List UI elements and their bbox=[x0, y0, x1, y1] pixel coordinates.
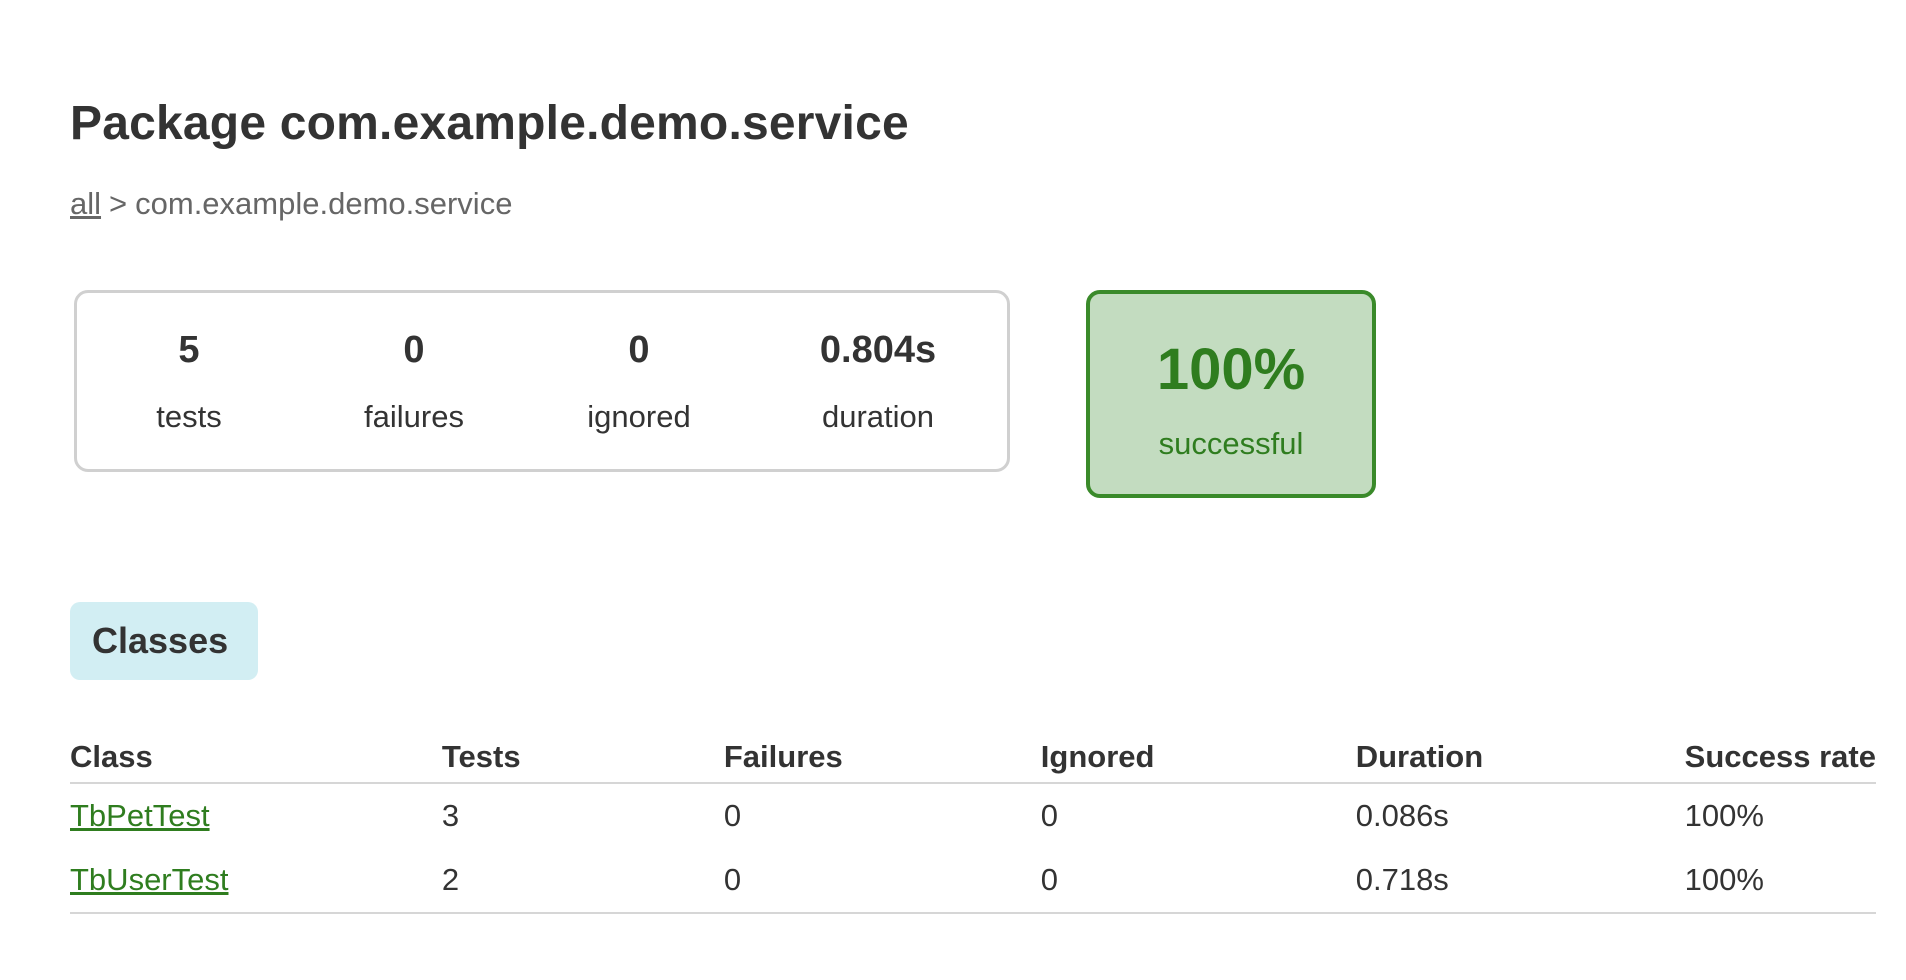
success-rate-value: 100% bbox=[1156, 337, 1306, 402]
column-header-duration: Duration bbox=[1355, 732, 1685, 784]
failures-cell: 0 bbox=[723, 848, 1041, 914]
breadcrumb-current: com.example.demo.service bbox=[135, 186, 513, 221]
tab-classes[interactable]: Classes bbox=[70, 602, 258, 680]
column-header-class: Class bbox=[70, 732, 442, 784]
success-rate-label: successful bbox=[1158, 426, 1304, 461]
summary-box: 5 tests 0 failures 0 ignored 0.804s dura… bbox=[74, 290, 1010, 472]
tests-label: tests bbox=[156, 399, 222, 434]
duration-cell: 0.718s bbox=[1355, 848, 1685, 914]
ignored-label: ignored bbox=[587, 399, 691, 434]
column-header-failures: Failures bbox=[723, 732, 1041, 784]
tests-count: 5 bbox=[178, 329, 200, 371]
failures-label: failures bbox=[364, 399, 464, 434]
ignored-cell: 0 bbox=[1040, 798, 1059, 833]
failures-count: 0 bbox=[403, 329, 425, 371]
breadcrumb-all-link[interactable]: all bbox=[70, 186, 101, 221]
success-rate-cell: 100% bbox=[1684, 798, 1764, 833]
ignored-count: 0 bbox=[628, 329, 650, 371]
failures-cell: 0 bbox=[723, 798, 742, 833]
table-row: TbPetTest 3 0 0 0.086s 100% bbox=[70, 783, 1876, 848]
class-cell: TbUserTest bbox=[70, 848, 442, 914]
tests-cell: 3 bbox=[441, 798, 460, 833]
page-title: Package com.example.demo.service bbox=[70, 97, 909, 150]
table-header-row: Class Tests Failures Ignored Duration Su… bbox=[70, 732, 1876, 784]
classes-table: Class Tests Failures Ignored Duration Su… bbox=[70, 732, 1876, 914]
tab-classes-label: Classes bbox=[92, 620, 229, 661]
success-rate-box: 100% successful bbox=[1086, 290, 1376, 498]
duration-value: 0.804s bbox=[819, 329, 937, 371]
breadcrumb: all > com.example.demo.service bbox=[70, 186, 512, 222]
class-link-tbusertest[interactable]: TbUserTest bbox=[70, 862, 228, 897]
column-header-success-rate: Success rate bbox=[1684, 732, 1876, 784]
column-header-tests: Tests bbox=[441, 732, 724, 784]
tests-cell: 2 bbox=[441, 848, 724, 914]
ignored-cell: 0 bbox=[1040, 848, 1356, 914]
column-header-ignored: Ignored bbox=[1040, 732, 1356, 784]
class-cell: TbPetTest bbox=[70, 783, 442, 848]
class-link-tbpettest[interactable]: TbPetTest bbox=[70, 798, 210, 833]
duration-label: duration bbox=[821, 399, 935, 434]
duration-cell: 0.086s bbox=[1355, 798, 1449, 833]
table-row: TbUserTest 2 0 0 0.718s 100% bbox=[70, 848, 1876, 914]
breadcrumb-separator: > bbox=[109, 186, 128, 221]
success-rate-cell: 100% bbox=[1684, 848, 1876, 914]
